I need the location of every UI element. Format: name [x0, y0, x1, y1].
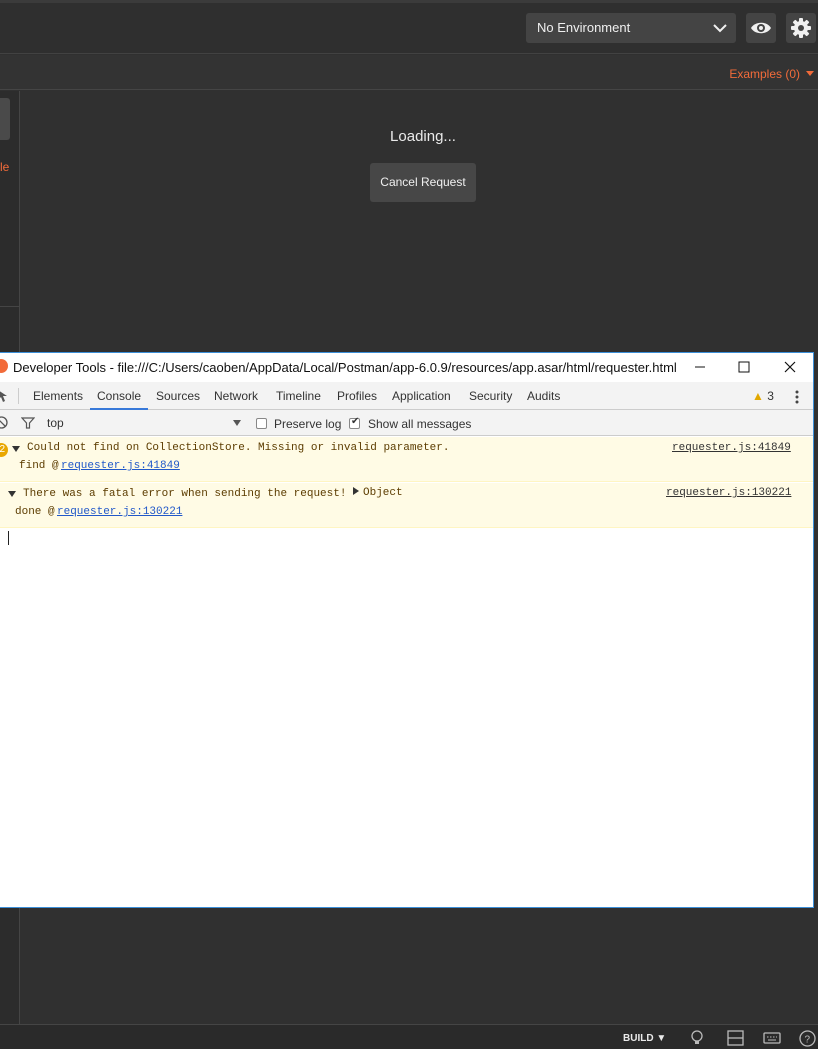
lightbulb-icon[interactable] [690, 1030, 704, 1046]
more-options-icon[interactable] [795, 390, 799, 404]
repeat-count-badge: 2 [0, 443, 8, 457]
preserve-log-label: Preserve log [274, 417, 342, 431]
examples-dropdown[interactable]: Examples (0) [729, 67, 800, 81]
gear-icon [791, 18, 811, 38]
warning-text: There was a fatal error when sending the… [23, 488, 347, 500]
tab-security[interactable]: Security [469, 389, 512, 403]
preserve-log-checkbox[interactable] [256, 418, 267, 429]
svg-text:?: ? [805, 1035, 811, 1046]
source-link[interactable]: requester.js:41849 [672, 442, 791, 454]
eye-icon [751, 22, 771, 34]
environment-quick-look-button[interactable] [746, 13, 776, 43]
console-warning-message: 2 Could not find on CollectionStore. Mis… [0, 437, 813, 482]
console-warning-message: There was a fatal error when sending the… [0, 483, 813, 528]
source-link[interactable]: requester.js:130221 [666, 487, 791, 499]
request-subbar: Examples (0) [0, 55, 818, 90]
header-strip [0, 0, 818, 3]
stack-frame-link[interactable]: requester.js:130221 [57, 506, 182, 518]
object-label[interactable]: Object [363, 487, 403, 499]
code-link-stub[interactable]: le [0, 160, 9, 174]
postman-app-icon [0, 359, 8, 373]
warning-count-badge[interactable]: ▲ 3 [752, 389, 774, 403]
help-icon[interactable]: ? [799, 1030, 816, 1047]
tab-audits[interactable]: Audits [527, 389, 560, 403]
tab-console[interactable]: Console [97, 389, 141, 403]
tab-network[interactable]: Network [214, 389, 258, 403]
close-icon[interactable] [783, 360, 797, 374]
expand-arrow-icon[interactable] [12, 444, 20, 456]
devtools-window-title: Developer Tools - file:///C:/Users/caobe… [13, 360, 677, 375]
environment-select[interactable]: No Environment [526, 13, 736, 43]
two-pane-view-icon[interactable] [727, 1030, 744, 1046]
stack-frame-fn: done @ [15, 506, 55, 518]
tab-sources[interactable]: Sources [156, 389, 200, 403]
stack-frame-fn: find @ [19, 460, 59, 472]
show-all-messages-checkbox[interactable] [349, 416, 360, 429]
devtools-titlebar[interactable]: Developer Tools - file:///C:/Users/caobe… [0, 353, 813, 382]
tab-application[interactable]: Application [392, 389, 451, 403]
execution-context-select[interactable]: top [47, 416, 245, 430]
show-all-messages-label: Show all messages [368, 417, 472, 431]
devtools-tab-bar: Elements Console Sources Network Timelin… [0, 382, 813, 410]
minimize-icon[interactable] [693, 360, 707, 374]
maximize-icon[interactable] [737, 360, 751, 374]
pane-divider [0, 306, 20, 307]
filter-icon[interactable] [21, 417, 35, 429]
warning-count: 3 [767, 389, 774, 403]
top-header-bar: No Environment [0, 0, 818, 54]
tab-profiles[interactable]: Profiles [337, 389, 377, 403]
build-mode-toggle[interactable]: BUILD ▼ [623, 1033, 666, 1044]
tab-timeline[interactable]: Timeline [276, 389, 321, 403]
stack-frame-link[interactable]: requester.js:41849 [61, 460, 180, 472]
expand-object-icon[interactable] [353, 487, 359, 499]
console-prompt-caret[interactable] [8, 531, 9, 545]
caret-down-icon [233, 420, 241, 426]
cancel-request-button[interactable]: Cancel Request [370, 163, 476, 202]
status-bar: BUILD ▼ ? [0, 1024, 818, 1049]
warning-text: Could not find on CollectionStore. Missi… [27, 442, 450, 454]
inspect-element-icon[interactable] [0, 389, 11, 403]
environment-select-label: No Environment [537, 20, 631, 35]
warning-icon: ▲ [752, 389, 764, 403]
caret-down-icon [806, 71, 814, 76]
tab-separator [18, 388, 19, 404]
clear-console-icon[interactable] [0, 416, 8, 429]
keyboard-icon[interactable] [763, 1030, 781, 1046]
chevron-down-icon [713, 24, 727, 33]
settings-button[interactable] [786, 13, 816, 43]
expand-arrow-icon[interactable] [8, 489, 16, 501]
loading-text: Loading... [390, 128, 456, 145]
send-button-stub[interactable] [0, 98, 10, 140]
tab-elements[interactable]: Elements [33, 389, 83, 403]
console-toolbar: top Preserve log Show all messages [0, 410, 813, 436]
developer-tools-window: Developer Tools - file:///C:/Users/caobe… [0, 352, 814, 908]
